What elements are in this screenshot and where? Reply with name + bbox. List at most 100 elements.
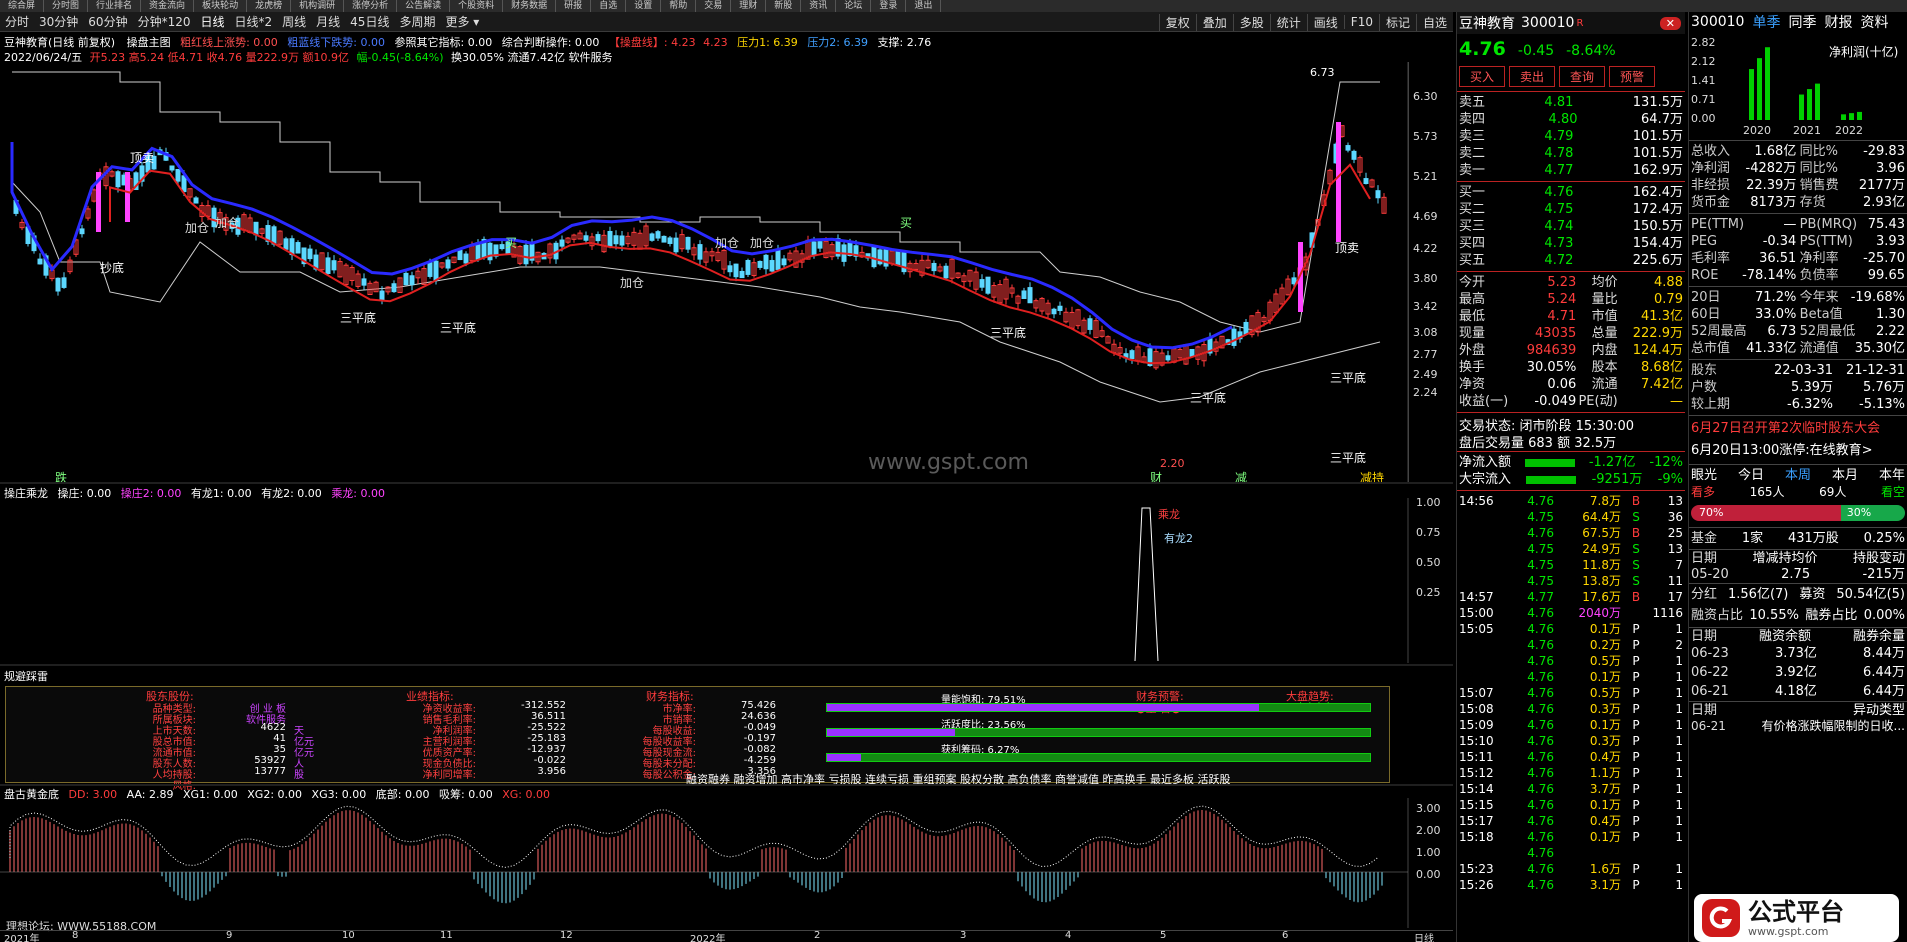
price-change: -0.45 (1517, 43, 1555, 59)
top-menu-item[interactable]: 财务数据 (503, 0, 557, 12)
period-tab[interactable]: 日线 (195, 13, 229, 30)
top-menu-item[interactable]: 自选 (591, 0, 627, 12)
top-menu-item[interactable]: 退出 (906, 0, 942, 12)
f10-tab[interactable]: 单季 (1752, 12, 1780, 32)
top-menu-item[interactable]: 龙虎榜 (247, 0, 292, 12)
chart-tool-button[interactable]: 统计 (1269, 13, 1307, 31)
candlestick (331, 255, 337, 274)
top-menu-item[interactable]: 帮助 (661, 0, 697, 12)
candlestick (367, 280, 373, 296)
indicator-h: 压力2: 6.39 (807, 36, 869, 49)
opinion-tab[interactable]: 本周 (1785, 467, 1811, 484)
sub2-tick: 0.00 (1416, 868, 1441, 881)
top-menu-item[interactable]: 个股资料 (450, 0, 504, 12)
panel-value: -25.522 (527, 722, 566, 733)
profit-bar: 2021 (1793, 83, 1821, 137)
chart-annotation: 减 (1235, 471, 1247, 482)
top-menu-item[interactable]: 新股 (766, 0, 802, 12)
candlestick (601, 229, 607, 254)
candlestick (589, 232, 595, 250)
candlestick (487, 242, 493, 265)
sub1-chart[interactable]: 1.00 0.75 0.50 0.25 乘龙有龙2 (0, 498, 1453, 663)
top-menu-item[interactable]: 分时图 (44, 0, 89, 12)
period-tab[interactable]: 多周期 (394, 13, 440, 30)
sub1-tick: 1.00 (1416, 498, 1441, 509)
trade-button[interactable]: 预警 (1609, 66, 1656, 87)
candlestick (1123, 348, 1129, 363)
period-tab[interactable]: 更多 ▾ (440, 13, 484, 30)
top-menu-item[interactable]: 登录 (871, 0, 907, 12)
panel-label: 每股公积金: (642, 770, 696, 781)
period-tab[interactable]: 日线*2 (230, 13, 278, 30)
chart-tool-button[interactable]: 叠加 (1195, 13, 1233, 31)
chart-tool-button[interactable]: F10 (1343, 15, 1379, 29)
top-menu-item[interactable]: 机构调研 (291, 0, 345, 12)
sub1-tick: 0.50 (1416, 556, 1441, 569)
candlestick (1183, 343, 1189, 366)
top-menu-item[interactable]: 资金流向 (141, 0, 195, 12)
chart-tool-button[interactable]: 复权 (1158, 13, 1196, 31)
chart-tool-button[interactable]: 自选 (1415, 13, 1453, 31)
period-tab[interactable]: 分时 (0, 13, 34, 30)
profit-tick: 2.12 (1691, 55, 1716, 68)
candlestick (493, 244, 499, 259)
sub1-tick: 0.75 (1416, 526, 1441, 539)
close-icon[interactable]: ✕ (1659, 16, 1681, 30)
opinion-tab[interactable]: 本月 (1832, 467, 1858, 484)
f10-tab[interactable]: 财报 (1824, 12, 1852, 32)
period-tab[interactable]: 月线 (311, 13, 345, 30)
news-item[interactable]: 6月20日13:00涨停:在线教育> (1691, 440, 1905, 462)
f10-tab[interactable]: 同季 (1788, 12, 1816, 32)
f10-tab[interactable]: 资料 (1860, 12, 1888, 32)
period-tab[interactable]: 周线 (277, 13, 311, 30)
top-menu-item[interactable]: 综合屏 (0, 0, 45, 12)
candlestick (649, 232, 655, 242)
top-menu-item[interactable]: 公告解读 (397, 0, 451, 12)
candlestick (79, 224, 85, 238)
trade-button[interactable]: 买入 (1459, 66, 1506, 87)
price-axis: 6.30 5.73 5.21 4.69 4.22 3.80 3.42 3.08 2.77 2.49… (1408, 62, 1453, 482)
top-menu-item[interactable]: 行业排名 (88, 0, 142, 12)
period-tab[interactable]: 分钟*120 (133, 13, 196, 30)
sub2-chart[interactable]: 3.00 2.00 1.00 0.00 (0, 798, 1453, 928)
candlestick (1351, 149, 1357, 164)
watermark: www.gspt.com (868, 450, 1029, 475)
chart-tool-button[interactable]: 标记 (1378, 13, 1416, 31)
panel-value: 24.636 (741, 711, 776, 722)
period-tab[interactable]: 45日线 (345, 13, 394, 30)
price-tick: 5.21 (1413, 170, 1438, 183)
top-menu-item[interactable]: 理财 (731, 0, 767, 12)
top-menu-item[interactable]: 资讯 (801, 0, 837, 12)
candlestick (385, 286, 391, 295)
candlestick (67, 256, 73, 275)
abnormal-header: 日期 异动类型 (1689, 701, 1907, 718)
candlestick (355, 270, 361, 289)
opinion-tab[interactable]: 本年 (1879, 467, 1905, 484)
valuation-grid: PE(TTM) — PB(MRQ) 75.43 PEG -0.34 PS(TTM) 3.93 毛… (1689, 213, 1907, 286)
candlestick (997, 279, 1003, 305)
panel-title[interactable]: 规避踩雷 (4, 668, 48, 684)
period-tab[interactable]: 30分钟 (34, 13, 83, 30)
candlestick-chart[interactable]: 顶卖抄底三平底三平底加仓 加仓加仓加仓 加仓买买三平底三平底三平底顶卖三平底跌财减减… (0, 62, 1453, 482)
top-menu-item[interactable]: 交易 (696, 0, 732, 12)
chart-tool-button[interactable]: 画线 (1306, 13, 1344, 31)
news-item[interactable]: 6月27日召开第2次临时股东大会 (1691, 418, 1905, 440)
top-menu-item[interactable]: 设置 (626, 0, 662, 12)
top-menu-item[interactable]: 研报 (556, 0, 592, 12)
chart-annotation: 三平底 (1330, 450, 1366, 465)
opinion-tab[interactable]: 今日 (1738, 467, 1764, 484)
trade-button[interactable]: 查询 (1559, 66, 1606, 87)
trade-button[interactable]: 卖出 (1509, 66, 1556, 87)
period-tab[interactable]: 60分钟 (83, 13, 132, 30)
candlestick (937, 263, 943, 273)
candlestick (709, 247, 715, 262)
candlestick (535, 251, 541, 265)
tick-row: 15:15 4.76 0.1万 P 1 (1459, 798, 1683, 812)
top-menu-item[interactable]: 涨停分析 (344, 0, 398, 12)
indicator-name[interactable]: 操盘主图 (127, 36, 171, 49)
chart-tool-button[interactable]: 多股 (1232, 13, 1270, 31)
top-menu-item[interactable]: 论坛 (836, 0, 872, 12)
top-menu-item[interactable]: 板块轮动 (194, 0, 248, 12)
candlestick (661, 235, 667, 243)
candlestick (943, 263, 949, 279)
